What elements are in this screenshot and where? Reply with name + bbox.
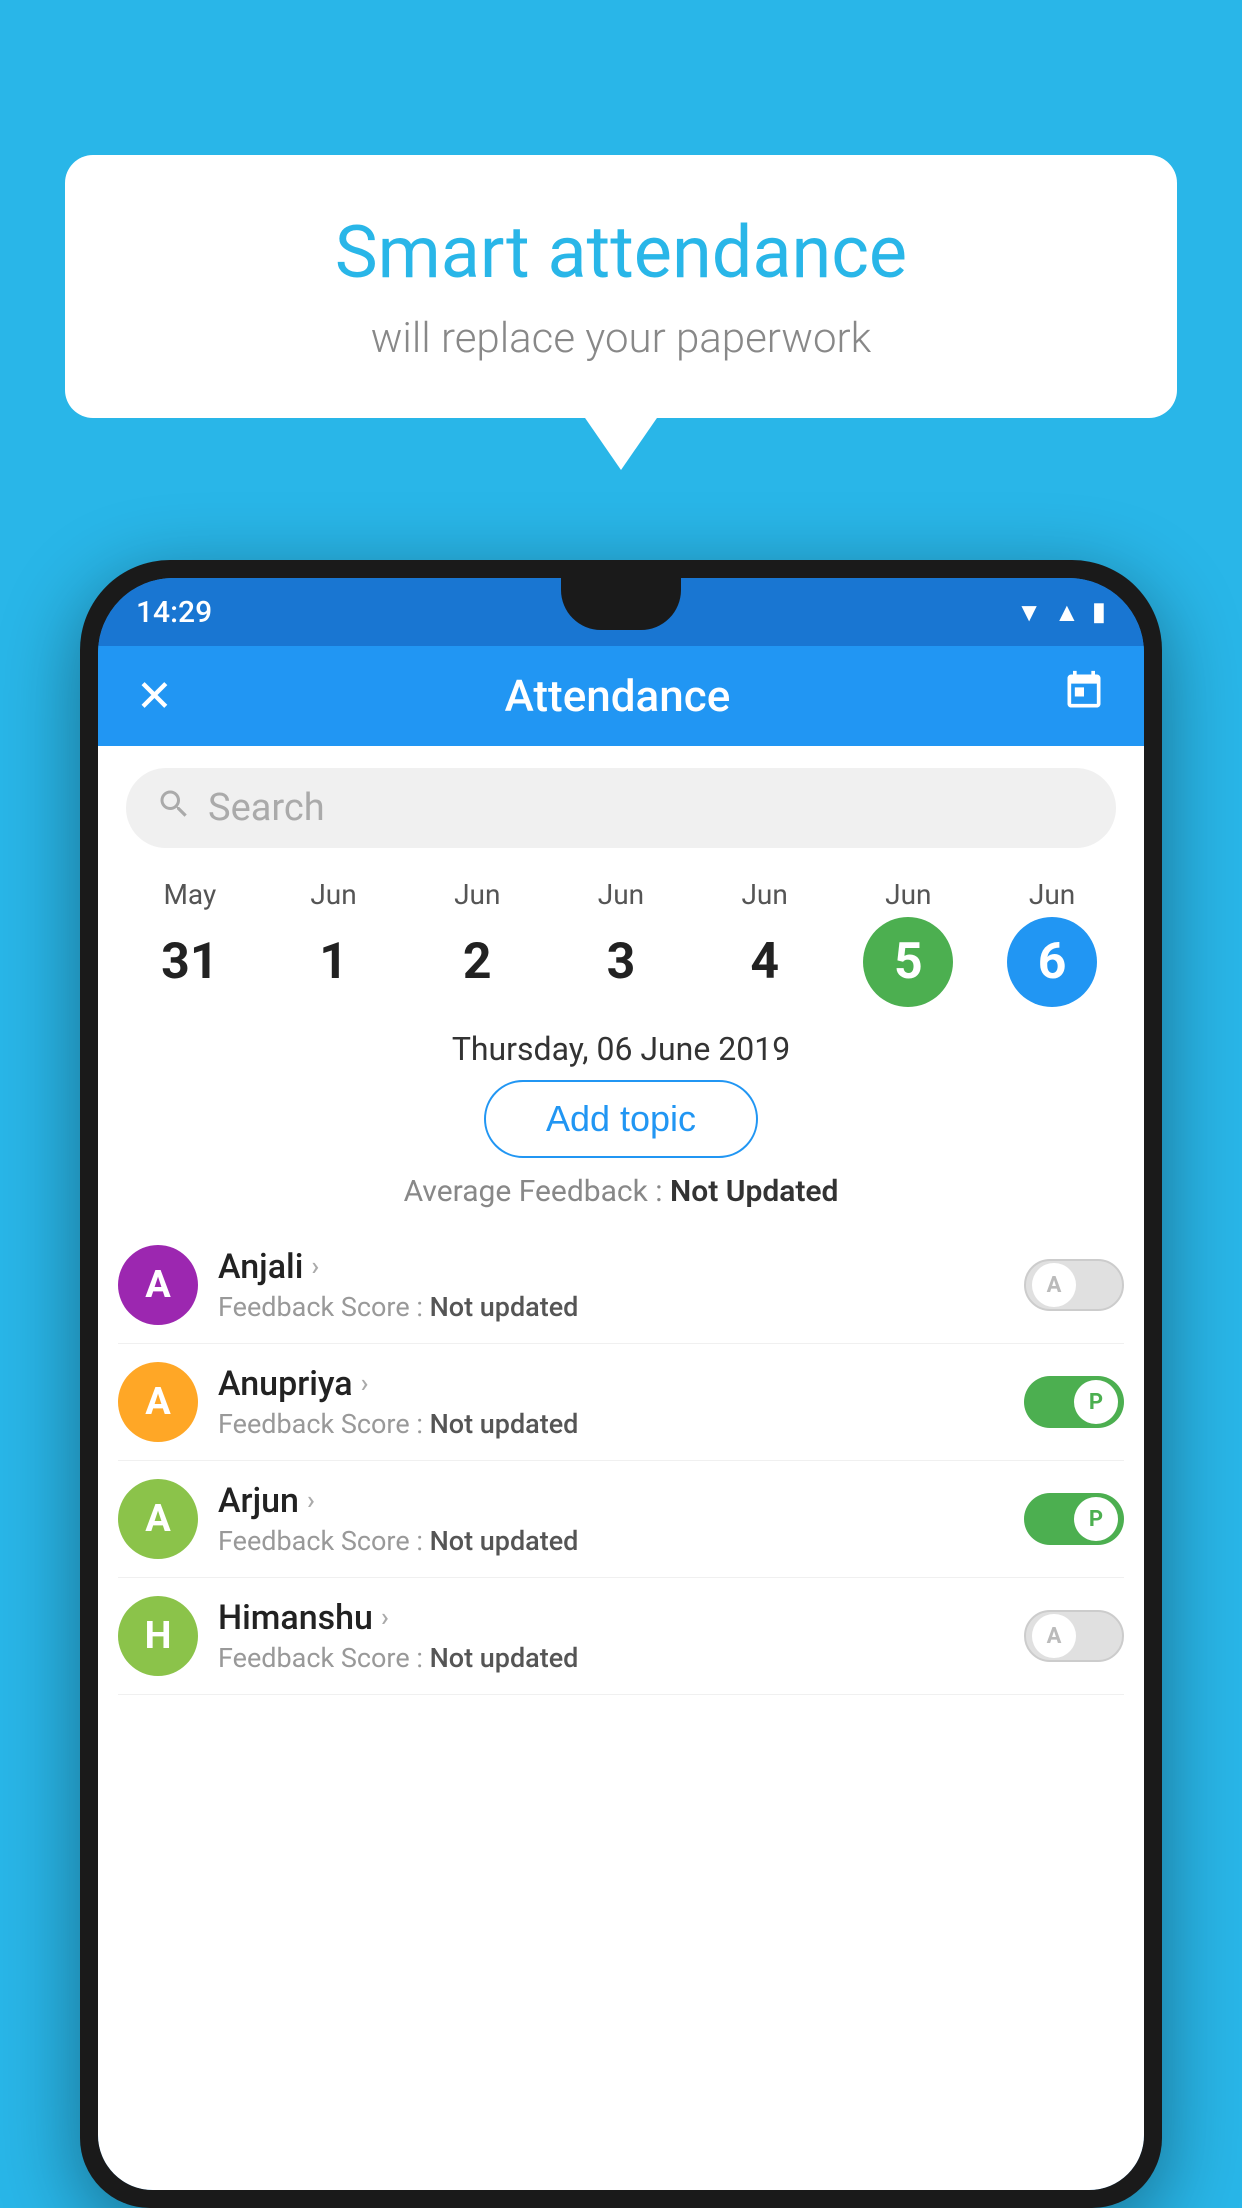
status-icons: ▼ ▲ ▮ — [1016, 597, 1106, 628]
student-item[interactable]: H Himanshu › Feedback Score : Not updated A — [118, 1578, 1124, 1695]
cal-date-number: 2 — [432, 917, 522, 1007]
battery-icon: ▮ — [1092, 597, 1106, 627]
calendar-icon[interactable] — [1062, 669, 1106, 724]
student-item[interactable]: A Anjali › Feedback Score : Not updated A — [118, 1227, 1124, 1344]
student-feedback: Feedback Score : Not updated — [218, 1642, 1004, 1674]
speech-bubble: Smart attendance will replace your paper… — [65, 155, 1177, 418]
chevron-icon: › — [307, 1486, 315, 1516]
student-name: Arjun › — [218, 1481, 1004, 1521]
calendar-day[interactable]: Jun 1 — [289, 878, 379, 1007]
chevron-icon: › — [361, 1369, 369, 1399]
toggle-knob: P — [1074, 1497, 1118, 1541]
add-topic-button[interactable]: Add topic — [484, 1080, 758, 1158]
search-bar[interactable]: Search — [126, 768, 1116, 848]
search-input-placeholder: Search — [208, 786, 325, 830]
phone-notch — [561, 578, 681, 630]
calendar-day[interactable]: Jun 2 — [432, 878, 522, 1007]
cal-month-label: Jun — [310, 878, 356, 911]
speech-bubble-container: Smart attendance will replace your paper… — [65, 155, 1177, 418]
student-name: Himanshu › — [218, 1598, 1004, 1638]
chevron-icon: › — [311, 1252, 319, 1282]
selected-date-label: Thursday, 06 June 2019 — [98, 1012, 1144, 1080]
student-list: AAnjali ›Feedback Score : Not updatedAAA… — [98, 1227, 1144, 1695]
cal-month-label: May — [163, 878, 216, 911]
bubble-subtitle: will replace your paperwork — [125, 314, 1117, 363]
attendance-toggle[interactable]: A — [1024, 1610, 1124, 1662]
student-info: Anjali › Feedback Score : Not updated — [218, 1247, 1004, 1323]
calendar-day[interactable]: Jun 5 — [863, 878, 953, 1007]
student-feedback: Feedback Score : Not updated — [218, 1525, 1004, 1557]
app-bar: ✕ Attendance — [98, 646, 1144, 746]
attendance-toggle[interactable]: P — [1024, 1376, 1124, 1428]
status-time: 14:29 — [136, 595, 212, 630]
cal-date-number: 31 — [145, 917, 235, 1007]
student-item[interactable]: A Anupriya › Feedback Score : Not updated P — [118, 1344, 1124, 1461]
content-area: Search May 31 Jun 1 Jun 2 Jun 3 Jun 4 Jun 5 Jun 6 Thu… — [98, 746, 1144, 2190]
signal-icon: ▲ — [1054, 597, 1080, 628]
bubble-title: Smart attendance — [125, 210, 1117, 296]
cal-month-label: Jun — [454, 878, 500, 911]
cal-date-number: 1 — [289, 917, 379, 1007]
cal-month-label: Jun — [885, 878, 931, 911]
toggle-knob: P — [1074, 1380, 1118, 1424]
chevron-icon: › — [381, 1603, 389, 1633]
cal-date-number: 5 — [863, 917, 953, 1007]
app-bar-title: Attendance — [505, 670, 731, 722]
toggle-knob: A — [1032, 1614, 1076, 1658]
cal-date-number: 6 — [1007, 917, 1097, 1007]
cal-month-label: Jun — [741, 878, 787, 911]
phone-frame: 14:29 ▼ ▲ ▮ ✕ Attendance — [80, 560, 1162, 2208]
close-icon[interactable]: ✕ — [136, 670, 173, 722]
student-feedback: Feedback Score : Not updated — [218, 1408, 1004, 1440]
avg-feedback-value: Not Updated — [670, 1174, 838, 1209]
average-feedback: Average Feedback : Not Updated — [98, 1174, 1144, 1209]
cal-date-number: 3 — [576, 917, 666, 1007]
student-info: Arjun › Feedback Score : Not updated — [218, 1481, 1004, 1557]
toggle-knob: A — [1032, 1263, 1076, 1307]
calendar-strip: May 31 Jun 1 Jun 2 Jun 3 Jun 4 Jun 5 Jun 6 — [98, 858, 1144, 1012]
student-name: Anupriya › — [218, 1364, 1004, 1404]
avatar: A — [118, 1245, 198, 1325]
student-feedback: Feedback Score : Not updated — [218, 1291, 1004, 1323]
cal-month-label: Jun — [1029, 878, 1075, 911]
phone-inner: 14:29 ▼ ▲ ▮ ✕ Attendance — [98, 578, 1144, 2190]
avatar: H — [118, 1596, 198, 1676]
avg-feedback-label: Average Feedback : — [404, 1174, 663, 1209]
wifi-icon: ▼ — [1016, 597, 1042, 628]
calendar-day[interactable]: Jun 3 — [576, 878, 666, 1007]
calendar-day[interactable]: Jun 6 — [1007, 878, 1097, 1007]
cal-month-label: Jun — [598, 878, 644, 911]
student-item[interactable]: A Arjun › Feedback Score : Not updated P — [118, 1461, 1124, 1578]
calendar-day[interactable]: May 31 — [145, 878, 235, 1007]
cal-date-number: 4 — [720, 917, 810, 1007]
calendar-day[interactable]: Jun 4 — [720, 878, 810, 1007]
attendance-toggle[interactable]: P — [1024, 1493, 1124, 1545]
avatar: A — [118, 1479, 198, 1559]
search-icon — [156, 786, 192, 831]
attendance-toggle[interactable]: A — [1024, 1259, 1124, 1311]
student-info: Himanshu › Feedback Score : Not updated — [218, 1598, 1004, 1674]
student-name: Anjali › — [218, 1247, 1004, 1287]
avatar: A — [118, 1362, 198, 1442]
student-info: Anupriya › Feedback Score : Not updated — [218, 1364, 1004, 1440]
